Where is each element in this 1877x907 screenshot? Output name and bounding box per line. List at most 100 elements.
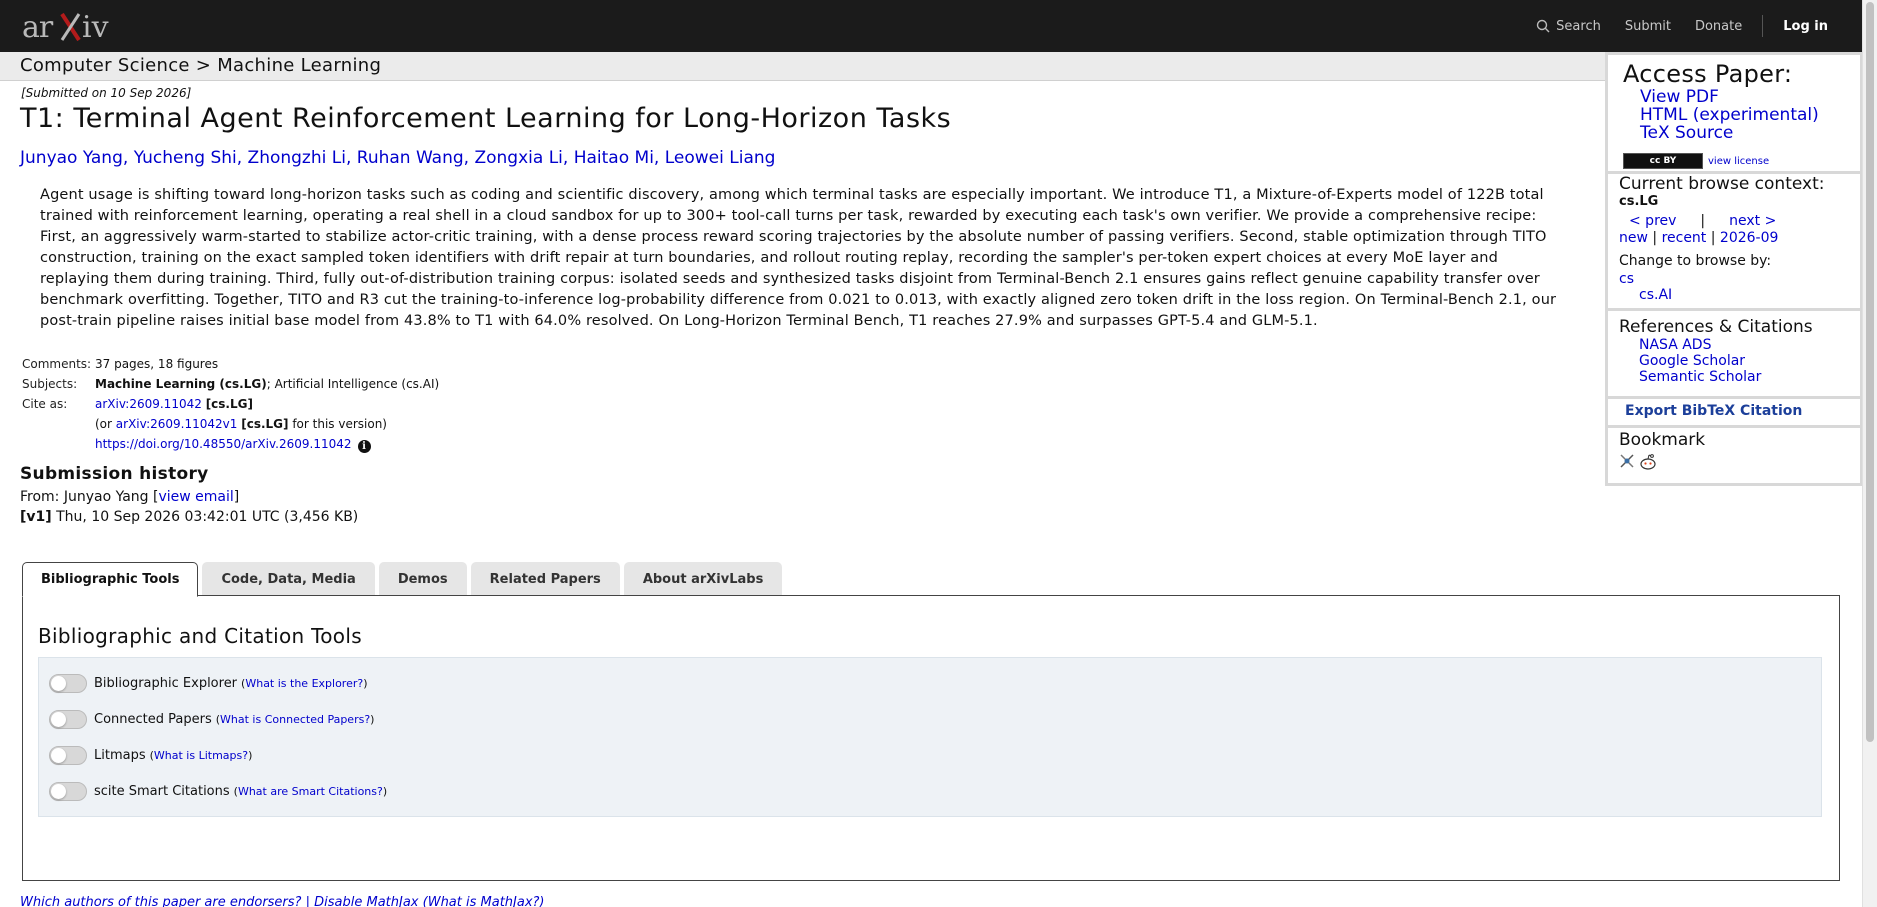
disable-mathjax-link[interactable]: Disable MathJax (314, 895, 418, 907)
browse-cs-link[interactable]: cs (1619, 271, 1860, 287)
tool-row-connected-papers: Connected Papers (What is Connected Pape… (49, 710, 374, 729)
nasa-ads-link[interactable]: NASA ADS (1639, 337, 1860, 353)
view-license-link[interactable]: view license (1708, 156, 1769, 167)
browse-context-title: Current browse context: (1619, 174, 1825, 194)
export-box: Export BibTeX Citation (1608, 399, 1860, 425)
version-detail: Thu, 10 Sep 2026 03:42:01 UTC (3,456 KB) (56, 509, 359, 525)
search-link[interactable]: Search (1536, 19, 1601, 34)
subjects-label: Subjects: (22, 377, 78, 391)
tool-help-link[interactable]: What is Litmaps? (154, 749, 248, 762)
scite-toggle[interactable] (49, 782, 87, 801)
litmaps-toggle[interactable] (49, 746, 87, 765)
cite-category: [cs.LG] (205, 397, 253, 411)
panel-title: Bibliographic and Citation Tools (38, 624, 362, 648)
new-link[interactable]: new (1619, 230, 1648, 246)
explorer-toggle[interactable] (49, 674, 87, 693)
bibsonomy-icon[interactable] (1619, 453, 1635, 475)
login-link[interactable]: Log in (1783, 19, 1828, 34)
search-label: Search (1556, 18, 1601, 34)
reddit-icon[interactable] (1639, 453, 1657, 475)
bookmark-box: Bookmark (1608, 428, 1860, 483)
tool-help-link[interactable]: What are Smart Citations? (238, 785, 383, 798)
cite-label: Cite as: (22, 397, 68, 411)
cite-value: arXiv:2609.11042 [cs.LG] (95, 394, 439, 414)
top-header: ar iv Search Submit Donate Log in (0, 0, 1862, 52)
export-bibtex-link[interactable]: Export BibTeX Citation (1625, 403, 1802, 419)
toggle-knob (51, 748, 66, 763)
page-scrollbar[interactable] (1862, 0, 1877, 907)
submit-link[interactable]: Submit (1625, 19, 1671, 34)
cc-license-badge[interactable]: cc BY (1623, 153, 1703, 169)
license-row: cc BY view license (1623, 153, 1860, 169)
footer-links: Which authors of this paper are endorser… (20, 895, 545, 907)
author-link[interactable]: Leowei Liang (665, 148, 776, 168)
html-link[interactable]: HTML (experimental) (1640, 106, 1860, 124)
breadcrumb-bar: Computer Science > Machine Learning (0, 52, 1605, 81)
tool-label: scite Smart Citations (94, 784, 230, 799)
author-link[interactable]: Zhongzhi Li (248, 148, 346, 168)
arxiv-version-link[interactable]: arXiv:2609.11042v1 (116, 417, 238, 431)
toggle-knob (51, 712, 66, 727)
abstract-text: Agent usage is shifting toward long-hori… (40, 187, 1557, 329)
version-entry: [v1] Thu, 10 Sep 2026 03:42:01 UTC (3,45… (20, 509, 358, 525)
bookmark-title: Bookmark (1619, 430, 1706, 450)
info-icon[interactable]: i (357, 440, 371, 453)
secondary-subjects: ; Artificial Intelligence (cs.AI) (266, 377, 440, 391)
cite-version: (or arXiv:2609.11042v1 [cs.LG] for this … (95, 417, 387, 431)
view-pdf-link[interactable]: View PDF (1640, 88, 1860, 106)
change-browse-label: Change to browse by: (1619, 253, 1772, 269)
tab-panel: Bibliographic and Citation Tools Bibliog… (22, 595, 1840, 881)
tool-help-link[interactable]: What is the Explorer? (245, 677, 363, 690)
metadata-table: Comments: 37 pages, 18 figures Subjects:… (22, 354, 439, 454)
search-icon (1536, 19, 1550, 33)
toggle-knob (51, 784, 66, 799)
donate-link[interactable]: Donate (1695, 19, 1742, 34)
references-title: References & Citations (1619, 317, 1813, 337)
svg-text:ar: ar (22, 10, 54, 45)
semantic-scholar-link[interactable]: Semantic Scholar (1639, 369, 1860, 385)
comments-label: Comments: (22, 357, 92, 371)
tools-tabs: Bibliographic Tools Code, Data, Media De… (22, 562, 786, 597)
prev-link[interactable]: < prev (1629, 213, 1676, 229)
tool-row-scite: scite Smart Citations (What are Smart Ci… (49, 782, 387, 801)
bookmark-icons (1619, 453, 1860, 475)
tex-source-link[interactable]: TeX Source (1640, 124, 1860, 142)
paper-title: T1: Terminal Agent Reinforcement Learnin… (20, 103, 952, 134)
author-link[interactable]: Haitao Mi (574, 148, 654, 168)
author-link[interactable]: Yucheng Shi (134, 148, 237, 168)
tool-label: Connected Papers (94, 712, 212, 727)
browse-context-box: Current browse context: cs.LG < prev | n… (1608, 174, 1860, 308)
tab-related-papers[interactable]: Related Papers (470, 562, 620, 596)
browse-csai-link[interactable]: cs.AI (1639, 287, 1860, 303)
primary-subject: Machine Learning (cs.LG) (95, 377, 267, 391)
author-link[interactable]: Junyao Yang (20, 148, 123, 168)
month-link[interactable]: 2026-09 (1720, 230, 1779, 246)
tool-label: Litmaps (94, 748, 146, 763)
recent-link[interactable]: recent (1662, 230, 1707, 246)
tab-code-data-media[interactable]: Code, Data, Media (202, 562, 375, 596)
scrollbar-thumb[interactable] (1866, 2, 1874, 742)
submission-from: From: Junyao Yang [view email] (20, 489, 240, 505)
tool-help-link[interactable]: What is Connected Papers? (220, 713, 370, 726)
arxiv-id-link[interactable]: arXiv:2609.11042 (95, 397, 202, 411)
tools-box: Bibliographic Explorer (What is the Expl… (38, 657, 1822, 817)
prev-next-nav: < prev | next > (1629, 213, 1777, 229)
tab-bibliographic-tools[interactable]: Bibliographic Tools (22, 562, 199, 597)
arxiv-logo[interactable]: ar iv (22, 6, 114, 46)
google-scholar-link[interactable]: Google Scholar (1639, 353, 1860, 369)
next-link[interactable]: next > (1729, 213, 1776, 229)
tab-demos[interactable]: Demos (378, 562, 467, 596)
tab-about-arxivlabs[interactable]: About arXivLabs (623, 562, 783, 596)
references-box: References & Citations NASA ADS Google S… (1608, 311, 1860, 396)
breadcrumb: Computer Science > Machine Learning (20, 55, 382, 76)
author-link[interactable]: Ruhan Wang (357, 148, 464, 168)
endorsers-link[interactable]: Which authors of this paper are endorser… (20, 895, 301, 907)
cite-version-category: [cs.LG] (241, 417, 289, 431)
view-email-link[interactable]: view email (158, 489, 233, 505)
tool-label: Bibliographic Explorer (94, 676, 238, 691)
comments-value: 37 pages, 18 figures (95, 357, 219, 371)
author-link[interactable]: Zongxia Li (474, 148, 562, 168)
doi-link[interactable]: https://doi.org/10.48550/arXiv.2609.1104… (95, 437, 352, 451)
connected-papers-toggle[interactable] (49, 710, 87, 729)
mathjax-help-link[interactable]: (What is MathJax?) (423, 895, 545, 907)
